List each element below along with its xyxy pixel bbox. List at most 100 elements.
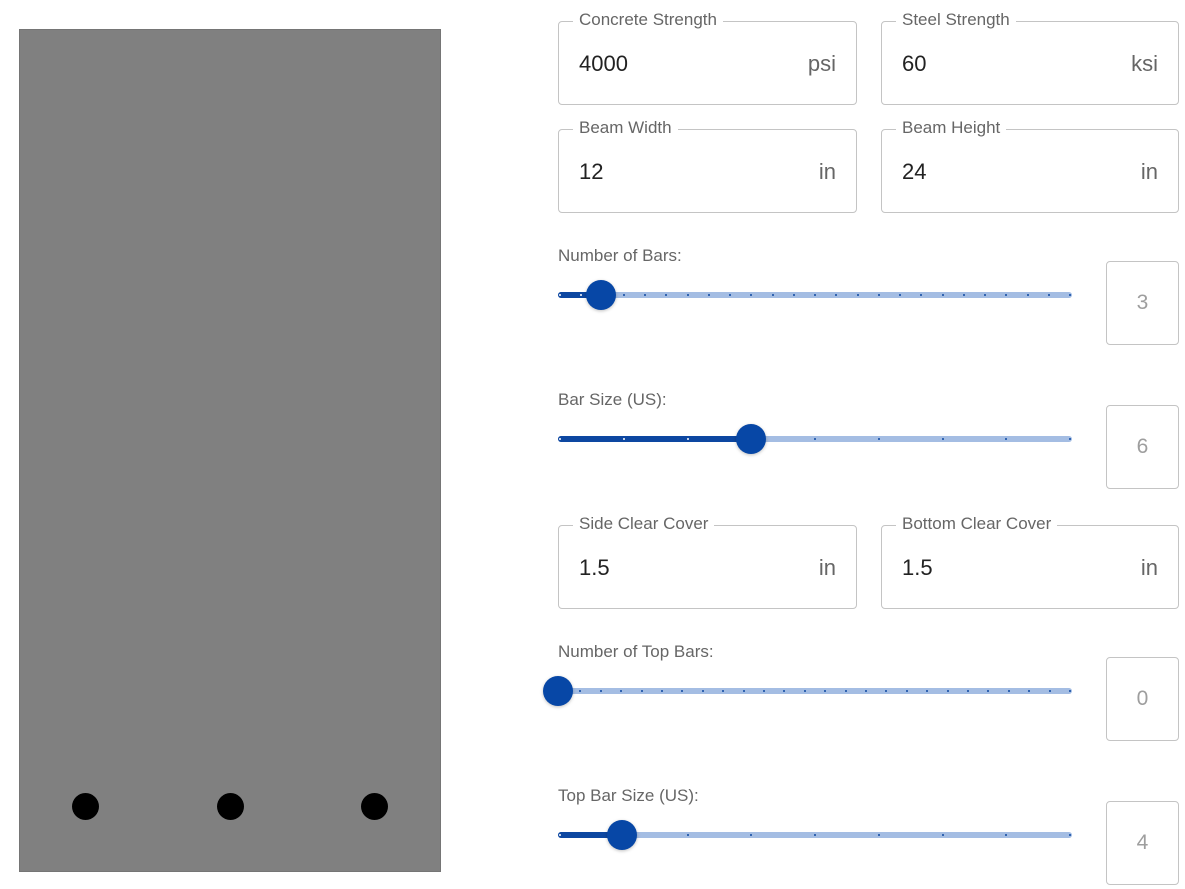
slider-tick [1027, 294, 1029, 296]
steel-strength-label: Steel Strength [896, 10, 1016, 30]
slider-tick [623, 294, 625, 296]
bar-size-slider[interactable] [558, 424, 1072, 454]
slider-tick [814, 294, 816, 296]
num-top-bars-value: 0 [1106, 657, 1179, 741]
slider-tick [899, 294, 901, 296]
slider-tick [942, 438, 944, 440]
side-clear-cover-field[interactable]: Side Clear Cover 1.5 in [558, 514, 857, 609]
slider-tick [1048, 294, 1050, 296]
slider-tick [1069, 834, 1071, 836]
slider-tick [661, 690, 663, 692]
slider-tick [1069, 690, 1071, 692]
slider-tick [681, 690, 683, 692]
slider-tick [1049, 690, 1051, 692]
bottom-clear-cover-field[interactable]: Bottom Clear Cover 1.5 in [881, 514, 1179, 609]
bottom-rebar [217, 793, 244, 820]
slider-tick [1028, 690, 1030, 692]
top-bar-size-slider[interactable] [558, 820, 1072, 850]
beam-height-label: Beam Height [896, 118, 1007, 138]
bar-size-label: Bar Size (US): [558, 390, 667, 409]
slider-tick [878, 438, 880, 440]
slider-tick [947, 690, 949, 692]
slider-tick [600, 690, 602, 692]
beam-cross-section [19, 29, 441, 872]
top-bar-size-slider-thumb[interactable] [607, 820, 637, 850]
beam-width-unit: in [818, 159, 836, 184]
slider-tick [687, 438, 689, 440]
slider-tick [845, 690, 847, 692]
steel-strength-input[interactable]: 60 [902, 51, 926, 77]
slider-tick [984, 294, 986, 296]
slider-tick [814, 834, 816, 836]
slider-tick [857, 294, 859, 296]
beam-height-field[interactable]: Beam Height 24 in [881, 118, 1179, 213]
slider-tick [942, 294, 944, 296]
num-bars-slider-thumb[interactable] [586, 280, 616, 310]
slider-tick [579, 690, 581, 692]
slider-tick [783, 690, 785, 692]
slider-tick [1005, 834, 1007, 836]
slider-tick [772, 294, 774, 296]
concrete-strength-input[interactable]: 4000 [579, 51, 628, 77]
slider-tick [824, 690, 826, 692]
side-clear-cover-unit: in [818, 555, 836, 580]
slider-tick [906, 690, 908, 692]
side-clear-cover-input[interactable]: 1.5 [579, 555, 610, 581]
beam-width-input[interactable]: 12 [579, 159, 603, 185]
slider-tick [623, 438, 625, 440]
slider-tick [1008, 690, 1010, 692]
beam-height-input[interactable]: 24 [902, 159, 926, 185]
steel-strength-field[interactable]: Steel Strength 60 ksi [881, 10, 1179, 105]
bar-size-slider-thumb[interactable] [736, 424, 766, 454]
num-bars-value: 3 [1106, 261, 1179, 345]
steel-strength-unit: ksi [1131, 51, 1158, 76]
num-top-bars-slider[interactable] [543, 676, 1072, 706]
slider-tick [1069, 438, 1071, 440]
concrete-strength-unit: psi [807, 51, 836, 76]
slider-tick [743, 690, 745, 692]
bottom-clear-cover-label: Bottom Clear Cover [896, 514, 1058, 534]
num-top-bars-label: Number of Top Bars: [558, 642, 714, 661]
slider-tick [641, 690, 643, 692]
slider-tick [763, 690, 765, 692]
slider-tick [987, 690, 989, 692]
bar-size-value: 6 [1106, 405, 1179, 489]
beam-width-label: Beam Width [573, 118, 678, 138]
slider-tick [750, 834, 752, 836]
top-bar-size-value: 4 [1106, 801, 1179, 885]
slider-tick [885, 690, 887, 692]
slider-tick [814, 438, 816, 440]
slider-tick [835, 294, 837, 296]
slider-tick [1005, 438, 1007, 440]
slider-tick [865, 690, 867, 692]
bottom-rebar [72, 793, 99, 820]
num-bars-label: Number of Bars: [558, 246, 682, 265]
slider-tick [687, 294, 689, 296]
top-bar-size-label: Top Bar Size (US): [558, 786, 699, 805]
bottom-clear-cover-unit: in [1140, 555, 1158, 580]
side-clear-cover-label: Side Clear Cover [573, 514, 715, 534]
slider-tick [1069, 294, 1071, 296]
num-top-bars-slider-thumb[interactable] [543, 676, 573, 706]
slider-tick [687, 834, 689, 836]
bottom-rebar [361, 793, 388, 820]
slider-tick [620, 690, 622, 692]
slider-tick [708, 294, 710, 296]
slider-tick [920, 294, 922, 296]
bottom-clear-cover-input[interactable]: 1.5 [902, 555, 933, 581]
slider-tick [878, 294, 880, 296]
slider-tick [722, 690, 724, 692]
slider-tick [963, 294, 965, 296]
slider-tick [559, 438, 561, 440]
slider-tick [793, 294, 795, 296]
slider-tick [926, 690, 928, 692]
slider-tick [804, 690, 806, 692]
slider-tick [1005, 294, 1007, 296]
slider-tick [729, 294, 731, 296]
concrete-strength-label: Concrete Strength [573, 10, 723, 30]
num-bars-slider[interactable] [558, 280, 1072, 310]
bar-size-slider-fill [558, 436, 751, 442]
concrete-strength-field[interactable]: Concrete Strength 4000 psi [558, 10, 857, 105]
slider-tick [750, 294, 752, 296]
beam-width-field[interactable]: Beam Width 12 in [558, 118, 857, 213]
